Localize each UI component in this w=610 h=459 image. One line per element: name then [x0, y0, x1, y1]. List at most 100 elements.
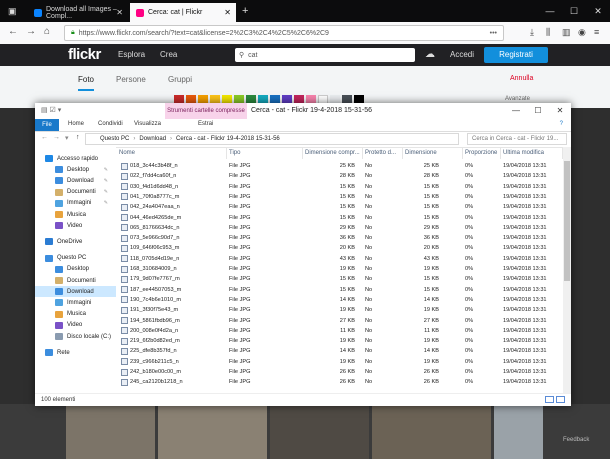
minimize-icon[interactable]: —	[505, 103, 527, 119]
ribbon-tab-estrai[interactable]: Estrai	[198, 121, 213, 127]
upload-cloud-icon[interactable]: ☁	[425, 49, 435, 60]
column-header-dimensione[interactable]: Dimensione	[403, 147, 463, 159]
breadcrumb-questo-pc[interactable]: Questo PC	[100, 136, 129, 142]
nav-item[interactable]: Immagini ✎	[35, 198, 116, 209]
file-row[interactable]: 042_24a4047eaa_n File JPG 15 KB No 15 KB 0% 19…	[117, 202, 563, 212]
scrollbar-thumb[interactable]	[564, 161, 570, 281]
flickr-logo[interactable]: flickr	[68, 46, 101, 63]
new-tab-button[interactable]: +	[242, 5, 248, 17]
ribbon-tab-visualizza[interactable]: Visualizza	[134, 121, 161, 127]
download-icon[interactable]: ⤓	[530, 27, 534, 38]
nav-item[interactable]: Rete	[35, 347, 116, 358]
up-folder-icon[interactable]: ↑	[76, 134, 80, 141]
nav-item[interactable]: Desktop	[35, 264, 116, 275]
photo-thumbnail[interactable]	[493, 404, 543, 459]
file-row[interactable]: 022_f7dd4ca60f_n File JPG 28 KB No 28 KB 0% 19…	[117, 171, 563, 181]
nav-item[interactable]: Documenti ✎	[35, 187, 116, 198]
close-tab-icon[interactable]: ✕	[116, 8, 123, 17]
back-icon[interactable]: ←	[8, 26, 18, 37]
sidebar-icon[interactable]: ▥	[562, 27, 571, 38]
photo-thumbnail[interactable]	[158, 404, 267, 459]
signup-button[interactable]: Registrati	[484, 47, 548, 63]
file-row[interactable]: 239_c966b211c5_n File JPG 19 KB No 19 KB 0% 19…	[117, 357, 563, 367]
nav-item[interactable]: Disco locale (C:)	[35, 331, 116, 342]
nav-item[interactable]: Musica	[35, 309, 116, 320]
file-row[interactable]: 179_9d07fe7767_m File JPG 15 KB No 15 KB 0% 19…	[117, 274, 563, 284]
nav-item[interactable]: Musica	[35, 209, 116, 220]
ribbon-tab-condividi[interactable]: Condividi	[98, 121, 123, 127]
nav-item[interactable]: Immagini	[35, 297, 116, 308]
file-row[interactable]: 065_81766634dc_n File JPG 29 KB No 29 KB 0% 19…	[117, 223, 563, 233]
ribbon-tab-home[interactable]: Home	[68, 121, 84, 127]
nav-item[interactable]: Video	[35, 320, 116, 331]
nav-item[interactable]: Accesso rapido	[35, 153, 116, 164]
close-icon[interactable]: ✕	[586, 0, 610, 22]
photo-thumbnail[interactable]	[269, 404, 369, 459]
library-icon[interactable]: ⫼	[546, 27, 550, 38]
tab-foto[interactable]: Foto	[78, 75, 95, 91]
file-row[interactable]: 190_7c4b6e1010_m File JPG 14 KB No 14 KB 0% 19…	[117, 295, 563, 305]
quick-access-toolbar-icon[interactable]: ▤ ☑ ▾	[41, 106, 61, 114]
cancel-link[interactable]: Annulla	[510, 75, 533, 82]
file-row[interactable]: 191_3f30f75e43_m File JPG 19 KB No 19 KB 0% 19…	[117, 305, 563, 315]
forward-icon[interactable]: →	[53, 134, 60, 141]
file-row[interactable]: 073_5e966c90d7_n File JPG 36 KB No 36 KB 0% 19…	[117, 233, 563, 243]
file-row[interactable]: 030_f4d1d6dd48_n File JPG 15 KB No 15 KB 0% 19…	[117, 182, 563, 192]
addon-icon[interactable]: ◉	[578, 27, 586, 38]
url-bar[interactable]: 🔒︎ https://www.flickr.com/search/?text=c…	[64, 25, 504, 41]
column-header-nome[interactable]: Nome	[117, 147, 227, 159]
ribbon-context-tab[interactable]: Strumenti cartelle compresse	[165, 103, 247, 119]
browser-tab-flickr[interactable]: Cerca: cat | Flickr ✕	[130, 3, 236, 22]
file-row[interactable]: 245_ca2120b1218_n File JPG 26 KB No 26 KB 0% 1…	[117, 377, 563, 387]
nav-item[interactable]: OneDrive	[35, 236, 116, 247]
menu-crea[interactable]: Crea	[160, 50, 177, 59]
address-breadcrumb[interactable]: Questo PC › Download › Cerca - cat - Fli…	[85, 133, 459, 145]
breadcrumb-folder[interactable]: Cerca - cat - Flickr 19-4-2018 15-31-56	[176, 136, 280, 142]
file-row[interactable]: 187_ee44507053_m File JPG 15 KB No 15 KB 0% 19…	[117, 285, 563, 295]
nav-item[interactable]: Desktop ✎	[35, 164, 116, 175]
column-header-protetto[interactable]: Protetto d...	[363, 147, 403, 159]
file-row[interactable]: 041_70f0a8777c_m File JPG 15 KB No 15 KB 0% 19…	[117, 192, 563, 202]
minimize-icon[interactable]: —	[538, 0, 562, 22]
back-icon[interactable]: ←	[41, 134, 48, 141]
file-row[interactable]: 194_5861fbdb96_m File JPG 27 KB No 27 KB 0% 19…	[117, 316, 563, 326]
tab-list-icon[interactable]: ▣	[8, 6, 18, 16]
file-row[interactable]: 219_6f2b0d82ed_m File JPG 19 KB No 19 KB 0% 19…	[117, 336, 563, 346]
menu-icon[interactable]: ≡	[594, 27, 599, 37]
login-link[interactable]: Accedi	[450, 50, 474, 59]
recent-locations-icon[interactable]: ▾	[65, 134, 69, 142]
photo-thumbnail[interactable]	[371, 404, 491, 459]
column-header-proporzione[interactable]: Proporzione	[463, 147, 501, 159]
close-tab-icon[interactable]: ✕	[224, 8, 231, 17]
breadcrumb-download[interactable]: Download	[139, 136, 166, 142]
large-icons-view-icon[interactable]	[556, 396, 565, 403]
details-view-icon[interactable]	[545, 396, 554, 403]
maximize-icon[interactable]: ☐	[562, 0, 586, 22]
explorer-search-input[interactable]: Cerca in Cerca - cat - Flickr 19...	[467, 133, 567, 145]
flickr-search-input[interactable]: ⚲ cat	[235, 48, 415, 62]
file-row[interactable]: 168_310684009_n File JPG 19 KB No 19 KB 0% 19/…	[117, 264, 563, 274]
page-actions-icon[interactable]: •••	[490, 30, 497, 37]
tab-persone[interactable]: Persone	[116, 75, 146, 84]
nav-item[interactable]: Documenti	[35, 275, 116, 286]
tab-gruppi[interactable]: Gruppi	[168, 75, 192, 84]
file-row[interactable]: 200_008e0f4d2a_n File JPG 11 KB No 11 KB 0% 19…	[117, 326, 563, 336]
photo-thumbnail[interactable]	[66, 404, 156, 459]
ribbon-tab-file[interactable]: File	[35, 119, 59, 131]
file-row[interactable]: 225_dfe8b357fd_n File JPG 14 KB No 14 KB 0% 19…	[117, 346, 563, 356]
file-row[interactable]: 018_3c44c3b48f_n File JPG 25 KB No 25 KB 0% 19…	[117, 161, 563, 171]
file-row[interactable]: 242_b180e00c00_m File JPG 26 KB No 26 KB 0% 19…	[117, 367, 563, 377]
feedback-link[interactable]: Feedback	[563, 437, 589, 443]
browser-tab-download-all-images[interactable]: Download all Images – Compl... ✕	[28, 3, 128, 22]
nav-item[interactable]: Questo PC	[35, 253, 116, 264]
maximize-icon[interactable]: ☐	[527, 103, 549, 119]
close-icon[interactable]: ✕	[549, 103, 571, 119]
file-row[interactable]: 118_0705d4d19e_n File JPG 43 KB No 43 KB 0% 19…	[117, 254, 563, 264]
home-icon[interactable]: ⌂	[44, 26, 50, 37]
file-row[interactable]: 109_646f06c953_m File JPG 20 KB No 20 KB 0% 19…	[117, 243, 563, 253]
column-header-tipo[interactable]: Tipo	[227, 147, 303, 159]
nav-item[interactable]: Video	[35, 220, 116, 231]
forward-icon[interactable]: →	[26, 26, 36, 37]
advanced-link[interactable]: Avanzate	[505, 96, 530, 102]
file-row[interactable]: 044_46ed4265de_m File JPG 15 KB No 15 KB 0% 19…	[117, 213, 563, 223]
